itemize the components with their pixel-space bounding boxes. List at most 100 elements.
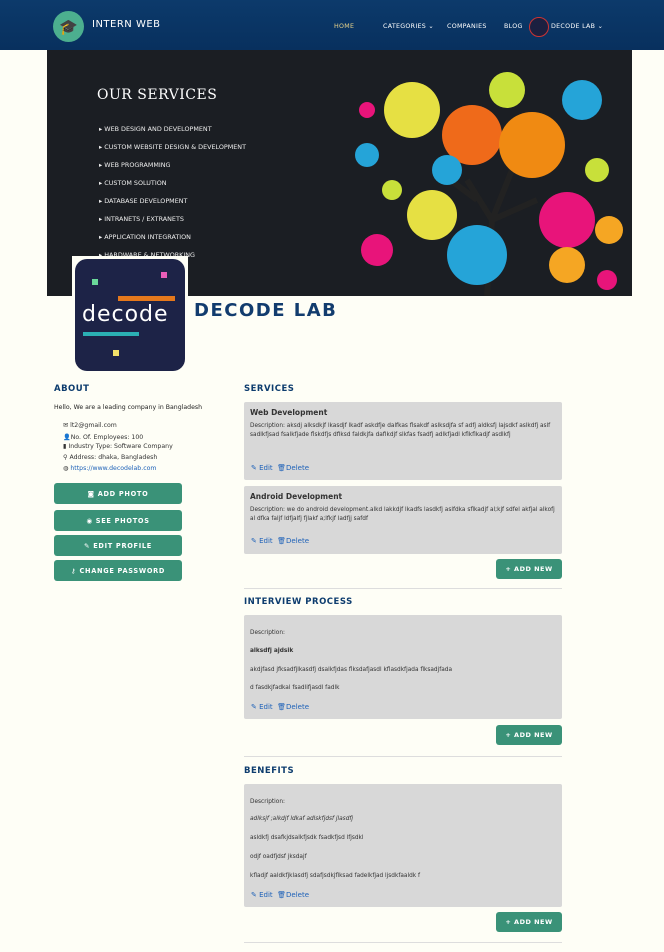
- edit-icon: ✎: [251, 464, 260, 472]
- divider: [244, 756, 562, 757]
- nav-categories[interactable]: CATEGORIES ⌄: [383, 23, 434, 30]
- add-interview-button[interactable]: + ADD NEW: [496, 725, 562, 745]
- logo-decoration: [92, 279, 98, 285]
- interview-card: Description: alksdfj ajdsik akdjfasd jfk…: [244, 615, 562, 719]
- industry-row: ▮ Industry Type: Software Company: [63, 443, 173, 450]
- delete-link[interactable]: 🗑Delete: [277, 891, 309, 899]
- edit-icon: ✎: [251, 703, 260, 711]
- key-icon: ⚷: [70, 566, 80, 575]
- banner-list-item: INTRANETS / EXTRANETS: [99, 210, 246, 228]
- graduation-cap-icon[interactable]: 🎓: [53, 11, 84, 42]
- employees-row: 👤No. Of. Employees: 100: [63, 433, 143, 441]
- add-photo-button[interactable]: ◙ ADD PHOTO: [54, 483, 182, 504]
- edit-label: Edit: [259, 537, 273, 545]
- logo-decoration: [113, 350, 119, 356]
- service-description: Description: aksdj alksdkjf lkasdjf lkad…: [250, 423, 551, 438]
- nav-blog[interactable]: BLOG: [504, 23, 523, 30]
- employees-text: No. Of. Employees: 100: [70, 434, 144, 441]
- logo-wordmark: decode: [82, 302, 169, 327]
- benefits-actions: ✎ Edit 🗑Delete: [251, 891, 309, 899]
- benefits-label: Description:: [250, 799, 285, 805]
- logo-decoration: [161, 272, 167, 278]
- edit-label: Edit: [259, 703, 273, 711]
- about-heading: ABOUT: [54, 384, 90, 394]
- delete-label: Delete: [286, 537, 309, 545]
- service-description: Description: we do android development.a…: [250, 507, 555, 522]
- service-card: Web Development Description: aksdj alksd…: [244, 402, 562, 480]
- page-title: DECODE LAB: [194, 300, 338, 321]
- banner-list-item: WEB DESIGN AND DEVELOPMENT: [99, 120, 246, 138]
- services-heading: SERVICES: [244, 384, 295, 394]
- delete-label: Delete: [286, 464, 309, 472]
- logo-decoration: [83, 332, 139, 336]
- add-benefit-button[interactable]: + ADD NEW: [496, 912, 562, 932]
- edit-link[interactable]: ✎ Edit: [251, 891, 273, 899]
- interview-heading: INTERVIEW PROCESS: [244, 597, 353, 607]
- banner-list-item: CUSTOM WEBSITE DESIGN & DEVELOPMENT: [99, 138, 246, 156]
- banner-title: OUR SERVICES: [97, 87, 218, 103]
- edit-icon: ✎: [251, 537, 260, 545]
- benefits-line: asldkfj dsafkjdsalkfjsdk fsadkfjsd lfjsd…: [250, 835, 364, 841]
- about-text: Hello, We are a leading company in Bangl…: [54, 404, 203, 411]
- nav-companies[interactable]: COMPANIES: [447, 23, 487, 30]
- benefits-line: kfladjf aaldkfjklasdfj sdafjsdkjflksad f…: [250, 873, 421, 879]
- interview-line: akdjfasd jfksadfjlkasdfj dsalkfjdas flks…: [250, 667, 453, 673]
- add-photo-label: ADD PHOTO: [97, 489, 149, 498]
- industry-text: Industry Type: Software Company: [68, 443, 173, 450]
- edit-link[interactable]: ✎ Edit: [251, 537, 273, 545]
- trash-icon: 🗑: [277, 891, 286, 899]
- see-photos-button[interactable]: ◉ SEE PHOTOS: [54, 510, 182, 531]
- brand-name[interactable]: INTERN WEB: [92, 19, 161, 30]
- edit-profile-label: EDIT PROFILE: [93, 541, 153, 550]
- trash-icon: 🗑: [277, 537, 286, 545]
- address-text: Address: dhaka, Bangladesh: [69, 454, 158, 461]
- service-title: Android Development: [250, 492, 343, 501]
- camera-icon: ◙: [87, 489, 98, 498]
- interview-line: alksdfj ajdsik: [250, 648, 294, 654]
- navbar: 🎓 INTERN WEB HOME CATEGORIES ⌄ COMPANIES…: [0, 0, 664, 50]
- divider: [244, 588, 562, 589]
- eye-icon: ◉: [86, 516, 96, 525]
- service-actions: ✎ Edit 🗑Delete: [251, 464, 309, 472]
- benefits-heading: BENEFITS: [244, 766, 295, 776]
- banner-services-list: WEB DESIGN AND DEVELOPMENT CUSTOM WEBSIT…: [99, 120, 246, 264]
- email-row: ✉ lt2@gmail.com: [63, 422, 117, 429]
- logo-decoration: [118, 296, 175, 301]
- banner-list-item: WEB PROGRAMMING: [99, 156, 246, 174]
- delete-link[interactable]: 🗑Delete: [277, 703, 309, 711]
- delete-link[interactable]: 🗑Delete: [277, 464, 309, 472]
- change-password-button[interactable]: ⚷ CHANGE PASSWORD: [54, 560, 182, 581]
- nav-home[interactable]: HOME: [334, 23, 354, 30]
- benefits-line: adlksjf ;alkdjf ldkaf adlskfjdsf jlasdfj: [250, 816, 354, 822]
- tree-illustration: [355, 72, 623, 296]
- change-password-label: CHANGE PASSWORD: [79, 566, 166, 575]
- benefits-card: Description: adlksjf ;alkdjf ldkaf adlsk…: [244, 784, 562, 907]
- user-icon: 👤: [63, 434, 71, 441]
- delete-label: Delete: [286, 703, 309, 711]
- banner-list-item: DATABASE DEVELOPMENT: [99, 192, 246, 210]
- divider: [244, 942, 562, 943]
- website-link[interactable]: https://www.decodelab.com: [70, 465, 156, 472]
- address-row: ⚲ Address: dhaka, Bangladesh: [63, 454, 157, 461]
- add-service-button[interactable]: + ADD NEW: [496, 559, 562, 579]
- service-actions: ✎ Edit 🗑Delete: [251, 537, 309, 545]
- interview-line: d fasdkjfadkal fsadlifjasdl fadlk: [250, 685, 340, 691]
- interview-label: Description:: [250, 630, 285, 636]
- avatar[interactable]: [529, 17, 549, 37]
- nav-user-menu[interactable]: DECODE LAB ⌄: [551, 23, 603, 30]
- service-card: Android Development Description: we do a…: [244, 486, 562, 554]
- trash-icon: 🗑: [277, 464, 286, 472]
- edit-link[interactable]: ✎ Edit: [251, 703, 273, 711]
- edit-profile-button[interactable]: ✎ EDIT PROFILE: [54, 535, 182, 556]
- see-photos-label: SEE PHOTOS: [95, 516, 150, 525]
- website-row: ◍ https://www.decodelab.com: [63, 465, 156, 472]
- edit-icon: ✎: [251, 891, 260, 899]
- edit-icon: ✎: [83, 541, 94, 550]
- edit-label: Edit: [259, 464, 273, 472]
- delete-label: Delete: [286, 891, 309, 899]
- trash-icon: 🗑: [277, 703, 286, 711]
- edit-link[interactable]: ✎ Edit: [251, 464, 273, 472]
- email-text: lt2@gmail.com: [70, 422, 117, 429]
- delete-link[interactable]: 🗑Delete: [277, 537, 309, 545]
- edit-label: Edit: [259, 891, 273, 899]
